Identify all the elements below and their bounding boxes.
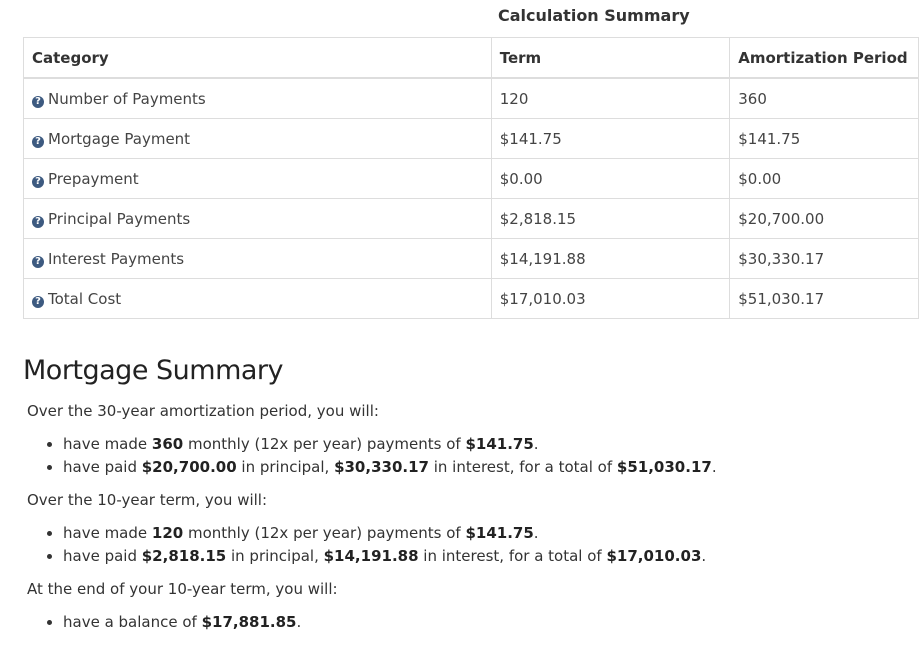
list-item: have a balance of $17,881.85. bbox=[63, 611, 907, 634]
mortgage-summary-title: Mortgage Summary bbox=[23, 355, 284, 386]
list-item: have made 120 monthly (12x per year) pay… bbox=[63, 522, 907, 545]
header-category: Category bbox=[23, 37, 492, 79]
list-item: have paid $2,818.15 in principal, $14,19… bbox=[63, 545, 907, 568]
row-label: Number of Payments bbox=[48, 89, 206, 108]
header-term: Term bbox=[490, 37, 731, 79]
term-value: 120 bbox=[490, 77, 731, 119]
amortization-value: $0.00 bbox=[729, 158, 919, 199]
question-circle-icon[interactable]: ? bbox=[32, 95, 44, 108]
amortization-value: 360 bbox=[729, 77, 919, 119]
row-label-cell: ? Prepayment bbox=[23, 158, 492, 199]
term-value: $2,818.15 bbox=[490, 198, 731, 239]
table-row: ? Mortgage Payment $141.75 $141.75 bbox=[23, 118, 919, 159]
end-of-term-list: have a balance of $17,881.85. bbox=[27, 611, 907, 634]
row-label: Prepayment bbox=[48, 169, 139, 188]
term-value: $0.00 bbox=[490, 158, 731, 199]
page: Calculation Summary Category Term Amorti… bbox=[0, 0, 919, 658]
question-circle-icon[interactable]: ? bbox=[32, 295, 44, 308]
amortization-value: $30,330.17 bbox=[729, 238, 919, 279]
amortization-value: $141.75 bbox=[729, 118, 919, 159]
row-label: Principal Payments bbox=[48, 209, 191, 228]
row-label: Mortgage Payment bbox=[48, 129, 191, 148]
calculation-summary-table: Category Term Amortization Period ? Numbe… bbox=[23, 37, 919, 319]
row-label-cell: ? Interest Payments bbox=[23, 238, 492, 279]
table-row: ? Principal Payments $2,818.15 $20,700.00 bbox=[23, 198, 919, 239]
table-row: ? Prepayment $0.00 $0.00 bbox=[23, 158, 919, 199]
term-value: $17,010.03 bbox=[490, 278, 731, 319]
end-of-term-intro: At the end of your 10-year term, you wil… bbox=[27, 580, 338, 598]
amortization-list: have made 360 monthly (12x per year) pay… bbox=[27, 433, 907, 479]
mortgage-summary-body: Over the 30-year amortization period, yo… bbox=[27, 401, 907, 634]
row-label-cell: ? Number of Payments bbox=[23, 77, 492, 119]
row-label-cell: ? Total Cost bbox=[23, 278, 492, 319]
question-circle-icon[interactable]: ? bbox=[32, 255, 44, 268]
header-amortization-period: Amortization Period bbox=[729, 37, 919, 79]
term-value: $141.75 bbox=[490, 118, 731, 159]
amortization-value: $51,030.17 bbox=[729, 278, 919, 319]
row-label-cell: ? Principal Payments bbox=[23, 198, 492, 239]
table-header-row: Category Term Amortization Period bbox=[23, 37, 919, 79]
row-label: Total Cost bbox=[48, 289, 122, 308]
term-value: $14,191.88 bbox=[490, 238, 731, 279]
row-label: Interest Payments bbox=[48, 249, 185, 268]
table-row: ? Total Cost $17,010.03 $51,030.17 bbox=[23, 278, 919, 319]
question-circle-icon[interactable]: ? bbox=[32, 175, 44, 188]
list-item: have paid $20,700.00 in principal, $30,3… bbox=[63, 456, 907, 479]
calculation-summary-title: Calculation Summary bbox=[498, 6, 690, 25]
question-circle-icon[interactable]: ? bbox=[32, 215, 44, 228]
list-item: have made 360 monthly (12x per year) pay… bbox=[63, 433, 907, 456]
amortization-intro: Over the 30-year amortization period, yo… bbox=[27, 402, 379, 420]
table-row: ? Number of Payments 120 360 bbox=[23, 77, 919, 119]
amortization-value: $20,700.00 bbox=[729, 198, 919, 239]
term-intro: Over the 10-year term, you will: bbox=[27, 491, 268, 509]
question-circle-icon[interactable]: ? bbox=[32, 135, 44, 148]
row-label-cell: ? Mortgage Payment bbox=[23, 118, 492, 159]
term-list: have made 120 monthly (12x per year) pay… bbox=[27, 522, 907, 568]
table-row: ? Interest Payments $14,191.88 $30,330.17 bbox=[23, 238, 919, 279]
